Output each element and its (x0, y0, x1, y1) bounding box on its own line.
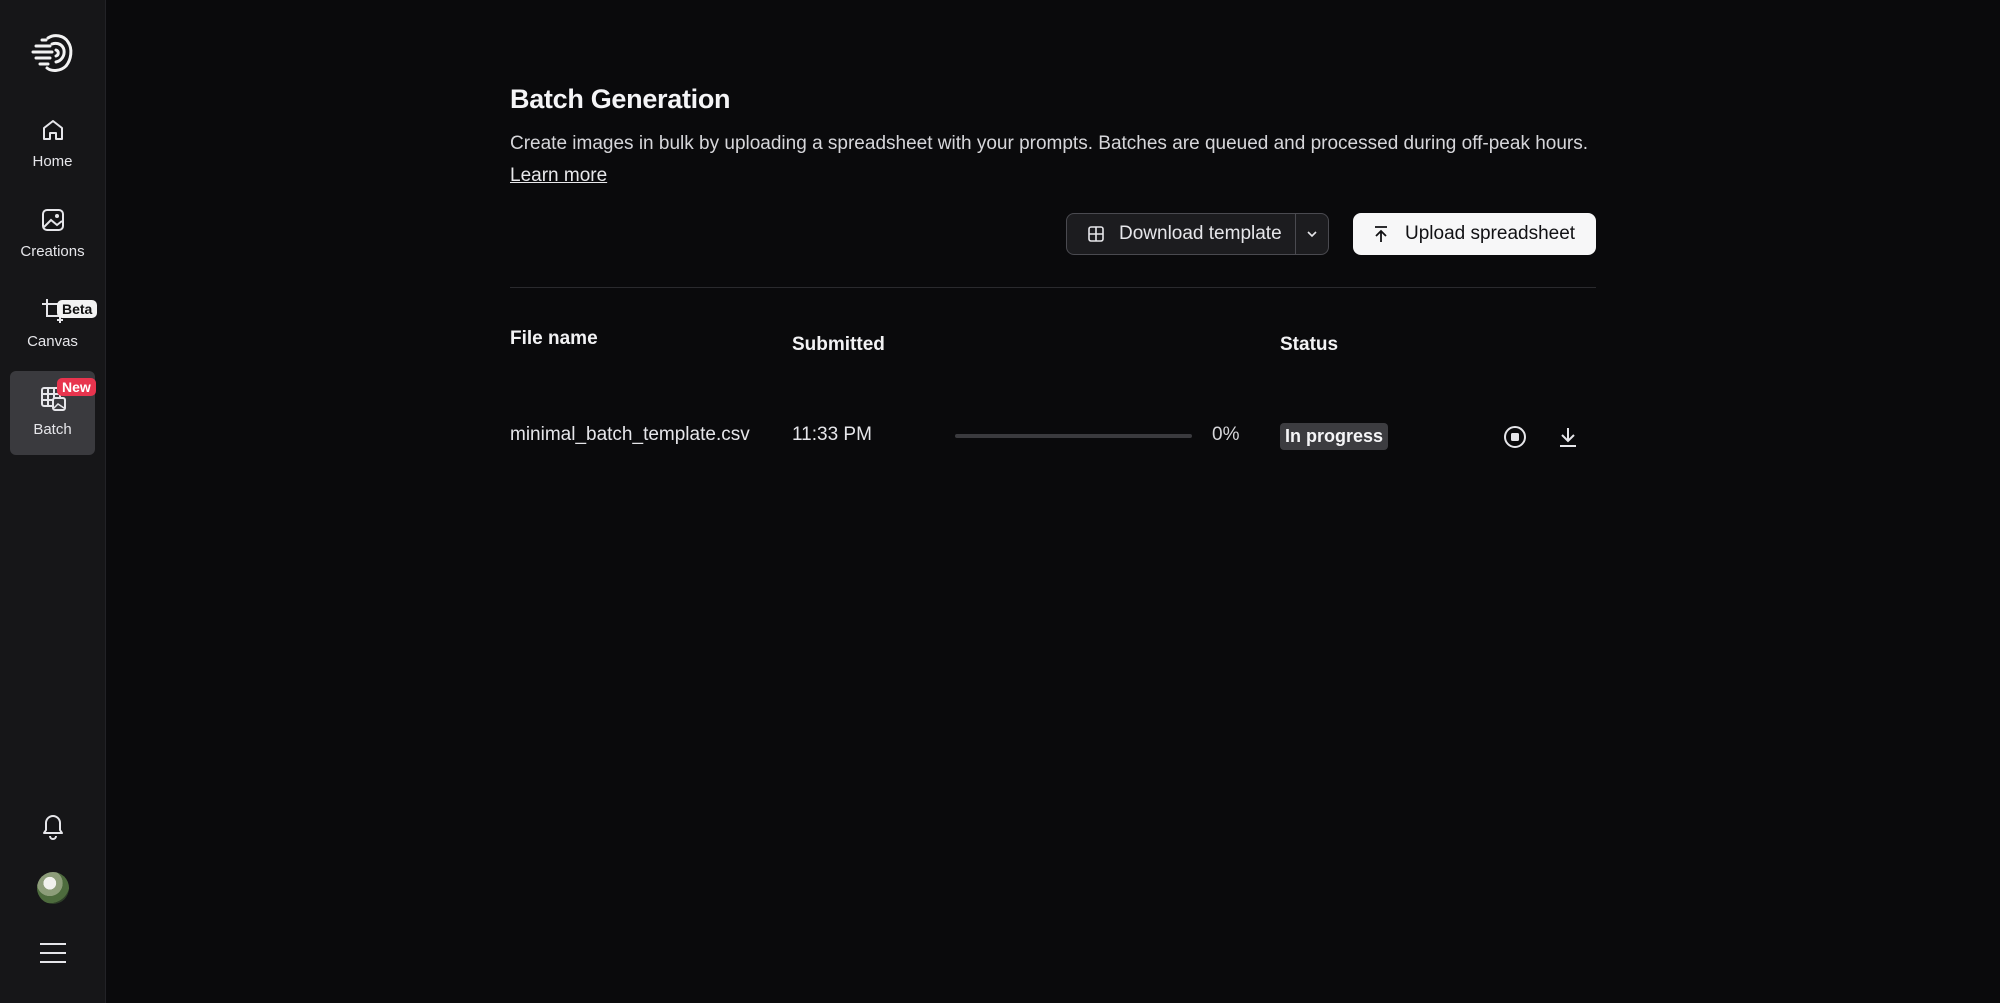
home-icon (38, 115, 68, 145)
upload-icon (1371, 224, 1391, 244)
file-name-cell: minimal_batch_template.csv (510, 424, 750, 446)
image-icon (38, 205, 68, 235)
page-title: Batch Generation (510, 84, 730, 115)
sidebar-item-creations[interactable]: Creations (10, 193, 95, 277)
avatar[interactable] (37, 872, 69, 904)
grid-icon (1087, 225, 1105, 243)
sidebar-item-label: Creations (20, 243, 84, 260)
sidebar-item-home[interactable]: Home (10, 103, 95, 187)
stop-icon[interactable] (1502, 424, 1528, 450)
download-icon[interactable] (1555, 424, 1581, 450)
sidebar-item-label: Home (32, 153, 72, 170)
download-template-dropdown[interactable] (1295, 214, 1328, 254)
divider (510, 287, 1596, 288)
page-description: Create images in bulk by uploading a spr… (510, 133, 1588, 155)
bell-icon[interactable] (36, 808, 70, 842)
chevron-down-icon (1305, 227, 1319, 241)
sidebar-item-batch[interactable]: New Batch (10, 371, 95, 455)
sidebar-item-canvas[interactable]: Beta Canvas (10, 283, 95, 367)
progress-percent: 0% (1212, 424, 1239, 446)
sidebar-item-label: Canvas (27, 333, 78, 350)
submitted-cell: 11:33 PM (792, 424, 872, 446)
status-badge: In progress (1280, 423, 1388, 450)
sidebar: Home Creations Beta Canvas New Batch (0, 0, 106, 1003)
download-template-button[interactable]: Download template (1067, 214, 1295, 254)
download-template-group: Download template (1066, 213, 1329, 255)
learn-more-link[interactable]: Learn more (510, 165, 607, 187)
logo-icon[interactable] (30, 30, 76, 76)
upload-spreadsheet-button[interactable]: Upload spreadsheet (1353, 213, 1596, 255)
column-header-status[interactable]: Status (1280, 334, 1338, 356)
upload-spreadsheet-label: Upload spreadsheet (1405, 223, 1575, 245)
download-template-label: Download template (1119, 223, 1282, 245)
progress-bar (955, 434, 1192, 438)
new-badge: New (57, 378, 96, 396)
beta-badge: Beta (57, 300, 97, 318)
sidebar-item-label: Batch (33, 421, 71, 438)
column-header-submitted[interactable]: Submitted (792, 334, 885, 356)
menu-icon[interactable] (36, 936, 70, 970)
column-header-file-name[interactable]: File name (510, 328, 598, 350)
